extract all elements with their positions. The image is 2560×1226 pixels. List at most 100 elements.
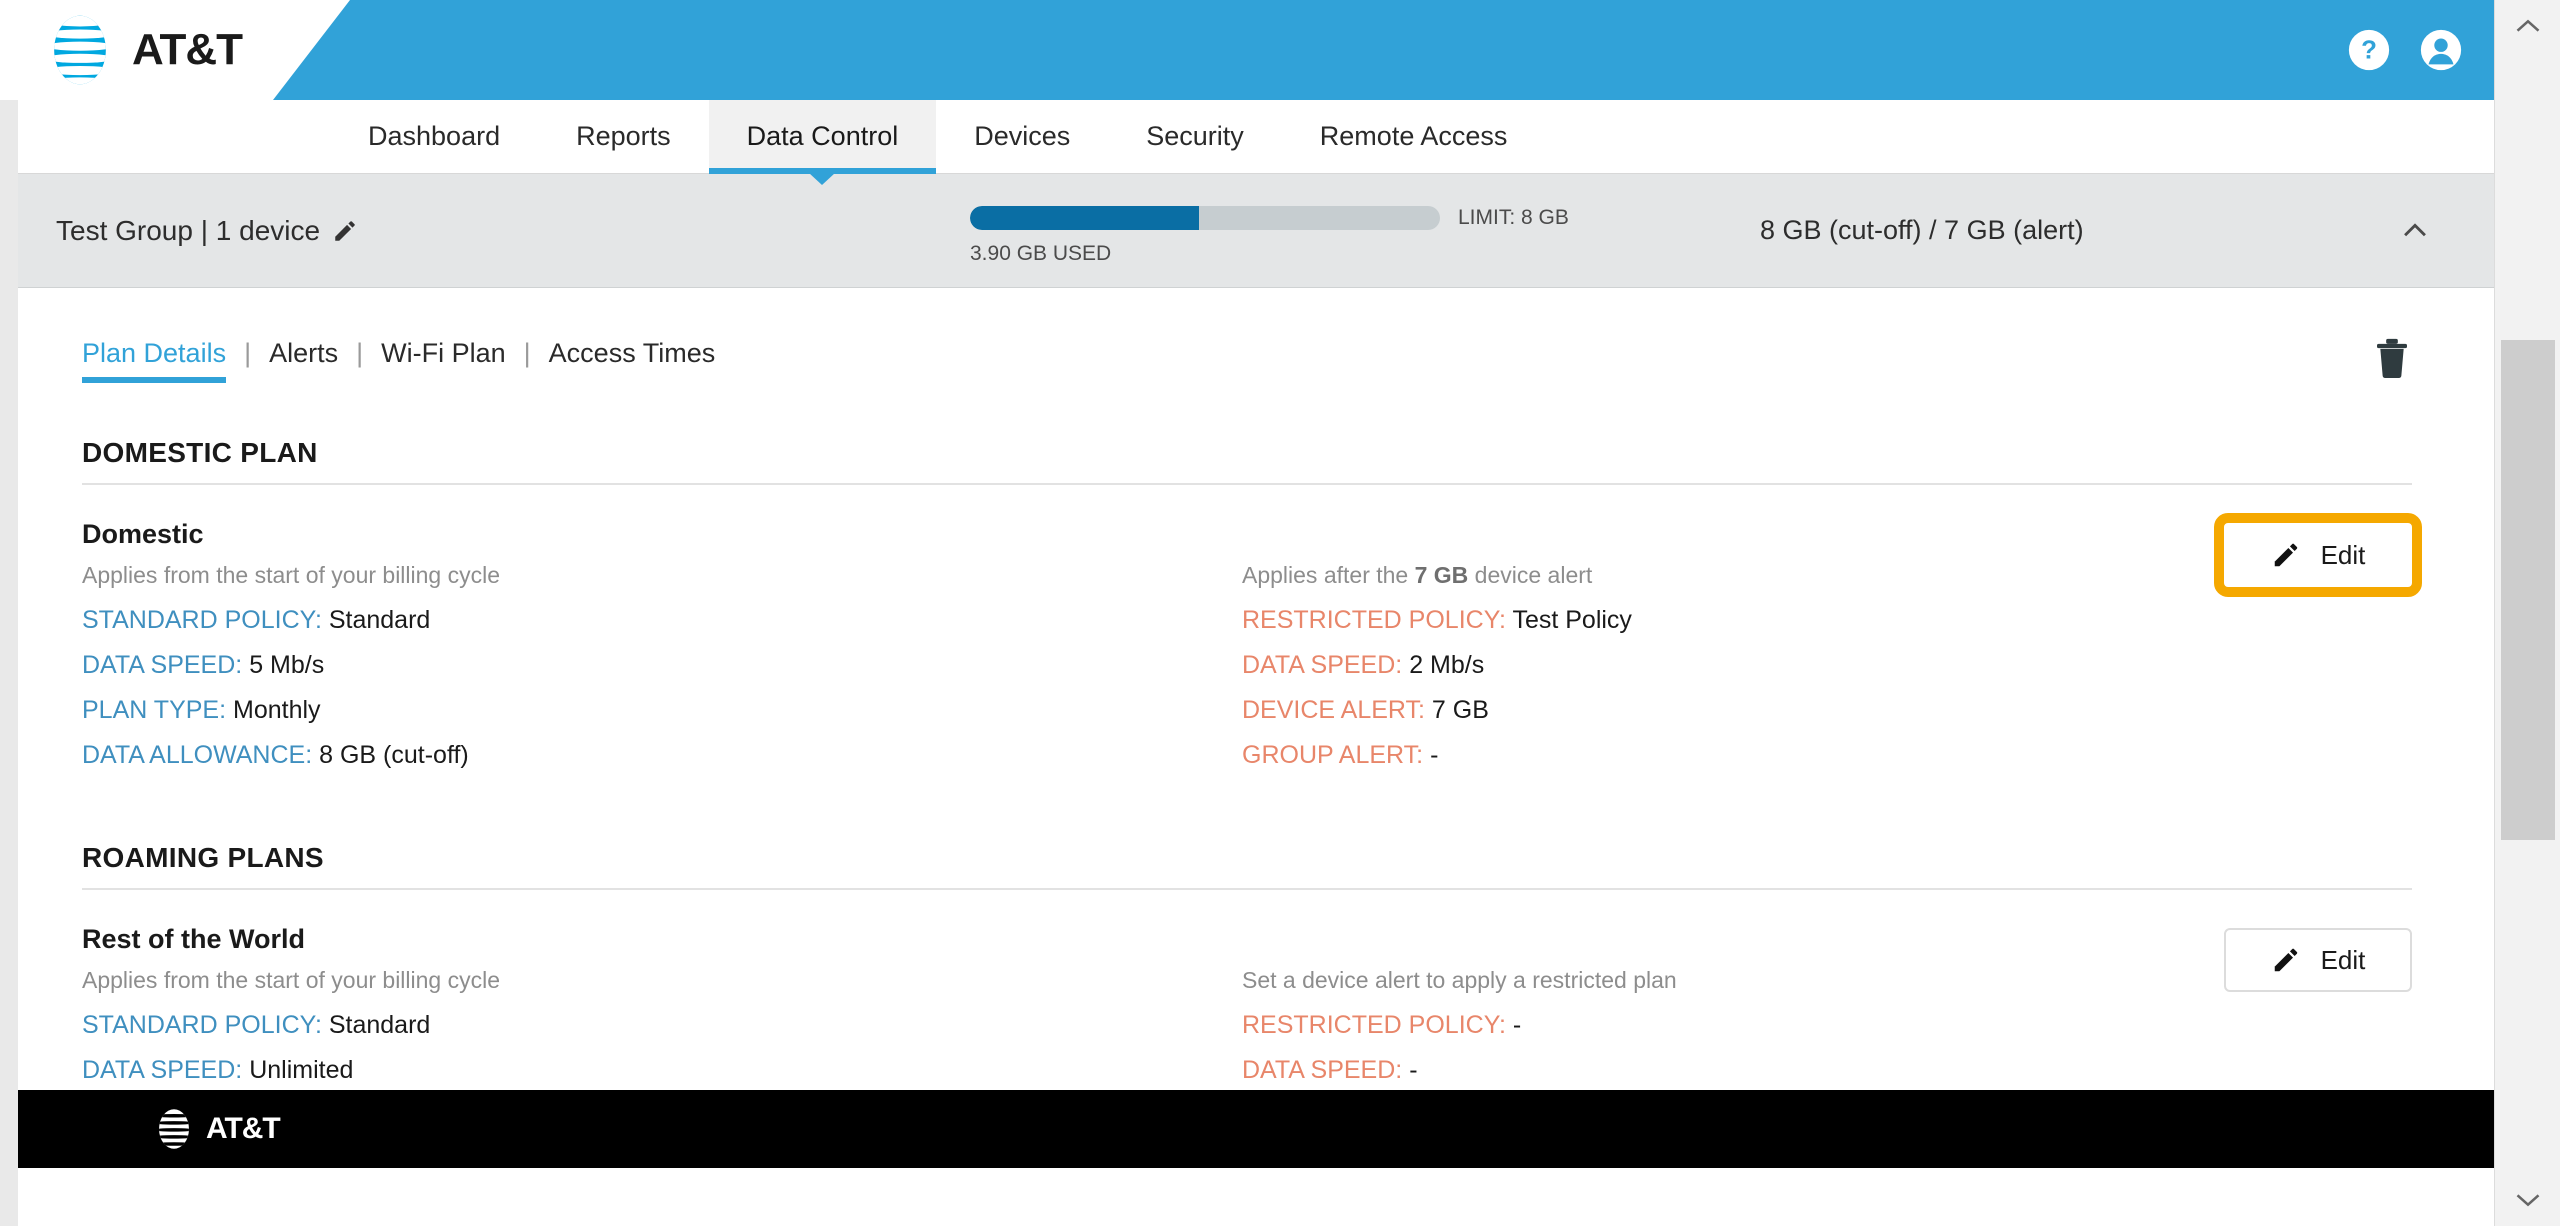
- nav-item-security[interactable]: Security: [1108, 100, 1282, 173]
- nav-item-data-control[interactable]: Data Control: [708, 100, 937, 174]
- row-value: Test Policy: [1512, 606, 1632, 634]
- row-label: DATA SPEED: [82, 651, 236, 679]
- group-cutoff-alert-label: 8 GB (cut-off) / 7 GB (alert): [1760, 215, 2084, 245]
- plan-details-panel: Plan Details | Alerts | Wi-Fi Plan | Acc…: [0, 288, 2494, 1090]
- row-value: Monthly: [233, 696, 321, 724]
- pencil-icon: [2274, 543, 2297, 567]
- row-value: Unlimited: [249, 1056, 354, 1084]
- row-value: Standard: [328, 606, 431, 634]
- plan-row: DATA SPEED: 5 Mb/s: [82, 651, 325, 679]
- subtab-separator: |: [356, 338, 364, 368]
- plan-row: DATA SPEED: -: [1242, 1056, 1418, 1084]
- group-title: Test Group | 1 device: [56, 215, 358, 247]
- app-page: AT&T ? Dashboard Reports Data Control De…: [0, 0, 2494, 1226]
- question-mark-circle-icon[interactable]: ?: [2346, 27, 2392, 73]
- plan-standard-subtitle: Applies from the start of your billing c…: [82, 562, 501, 588]
- edit-button-label: Edit: [2320, 539, 2366, 570]
- top-header-bar: AT&T ?: [0, 0, 2494, 100]
- row-label: STANDARD POLICY: [82, 1011, 315, 1039]
- plan-row: DATA SPEED: Unlimited: [82, 1056, 354, 1084]
- row-value: -: [1512, 1011, 1522, 1039]
- nav-item-dashboard[interactable]: Dashboard: [330, 100, 538, 173]
- nav-label: Dashboard: [368, 121, 501, 151]
- plan-row: STANDARD POLICY: Standard: [82, 1011, 431, 1039]
- row-label: DEVICE ALERT: [1242, 696, 1419, 724]
- subtab-access-times[interactable]: Access Times: [549, 338, 716, 383]
- edit-domestic-plan-button[interactable]: Edit: [2214, 513, 2422, 597]
- plan-row: STANDARD POLICY: Standard: [82, 606, 431, 634]
- plan-row: DATA ALLOWANCE: 8 GB (cut-off): [82, 741, 469, 769]
- att-globe-icon: [159, 1109, 189, 1149]
- plan-row: PLAN TYPE: Monthly: [82, 696, 321, 724]
- subtab-separator: |: [244, 338, 252, 368]
- section-divider: [82, 888, 2412, 890]
- nav-item-reports[interactable]: Reports: [538, 100, 709, 173]
- main-navigation: Dashboard Reports Data Control Devices S…: [0, 100, 2494, 185]
- plan-name: Domestic: [82, 519, 204, 549]
- plan-restricted-subtitle: Applies after the 7 GB device alert: [1242, 558, 2242, 592]
- scrollbar-thumb[interactable]: [2501, 340, 2555, 840]
- brand-logo[interactable]: AT&T: [0, 0, 350, 100]
- row-value: -: [1430, 741, 1439, 769]
- subtab-separator: |: [523, 338, 531, 368]
- nav-label: Reports: [576, 121, 671, 151]
- pencil-icon[interactable]: [332, 218, 358, 244]
- edit-button-label: Edit: [2320, 944, 2366, 975]
- browser-scrollbar[interactable]: [2494, 0, 2560, 1226]
- plan-standard-column: Rest of the World Applies from the start…: [82, 924, 1242, 1090]
- plan-name: Rest of the World: [82, 924, 306, 954]
- usage-used-label: 3.90 GB USED: [970, 242, 1112, 265]
- chevron-up-icon: [2516, 19, 2540, 32]
- plan-standard-column: Domestic Applies from the start of your …: [82, 519, 1242, 788]
- row-label: PLAN TYPE: [82, 696, 220, 724]
- subtitle-pre: Applies after the: [1242, 562, 1415, 588]
- scrollbar-up-button[interactable]: [2495, 0, 2560, 52]
- subtab-plan-details[interactable]: Plan Details: [82, 338, 227, 383]
- chevron-up-icon[interactable]: [2398, 214, 2432, 248]
- group-summary-bar[interactable]: Test Group | 1 device 3.90 GB USED LIMIT…: [0, 174, 2494, 288]
- row-value: 2 Mb/s: [1409, 651, 1485, 679]
- section-title-domestic-plan: DOMESTIC PLAN: [82, 437, 318, 468]
- row-label: RESTRICTED POLICY: [1242, 1011, 1499, 1039]
- plan-restricted-column: Applies after the 7 GB device alert REST…: [1242, 519, 2242, 788]
- subtab-wifi-plan[interactable]: Wi-Fi Plan: [381, 338, 506, 383]
- nav-item-remote-access[interactable]: Remote Access: [1282, 100, 1546, 173]
- row-value: 5 Mb/s: [249, 651, 325, 679]
- plan-row: RESTRICTED POLICY: Test Policy: [1242, 606, 1632, 634]
- section-title-roaming-plans: ROAMING PLANS: [82, 842, 324, 873]
- subtab-label: Access Times: [548, 338, 716, 368]
- svg-text:?: ?: [2361, 37, 2377, 65]
- row-label: DATA SPEED: [1242, 1056, 1396, 1084]
- row-value: 7 GB: [1431, 696, 1489, 724]
- subtab-alerts[interactable]: Alerts: [269, 338, 338, 383]
- plan-row: DATA SPEED: 2 Mb/s: [1242, 651, 1485, 679]
- plan-row: DEVICE ALERT: 7 GB: [1242, 696, 1489, 724]
- plan-restricted-column: Set a device alert to apply a restricted…: [1242, 924, 2242, 1090]
- nav-item-devices[interactable]: Devices: [936, 100, 1108, 173]
- row-label: DATA SPEED: [1242, 651, 1396, 679]
- footer-spacer: [0, 1168, 2494, 1226]
- usage-progress-bar: [970, 206, 1440, 230]
- plan-block-rest-of-world: Rest of the World Applies from the start…: [82, 924, 2412, 1090]
- row-value: Standard: [328, 1011, 431, 1039]
- row-label: RESTRICTED POLICY: [1242, 606, 1499, 634]
- header-actions: ?: [2346, 0, 2464, 100]
- brand-name: AT&T: [132, 25, 243, 74]
- edit-roaming-plan-button[interactable]: Edit: [2224, 928, 2412, 992]
- panel-subtabs: Plan Details | Alerts | Wi-Fi Plan | Acc…: [82, 288, 2412, 383]
- pencil-icon: [2274, 948, 2297, 972]
- user-account-circle-icon[interactable]: [2418, 27, 2464, 73]
- scrollbar-down-button[interactable]: [2495, 1174, 2560, 1226]
- plan-standard-subtitle: Applies from the start of your billing c…: [82, 967, 501, 993]
- usage-limit-label: LIMIT: 8 GB: [1458, 206, 1569, 229]
- group-name-and-device-count: Test Group | 1 device: [56, 214, 321, 246]
- footer-brand-name: AT&T: [206, 1112, 281, 1145]
- subtitle-bold: 7 GB: [1414, 562, 1469, 588]
- browser-viewport: AT&T ? Dashboard Reports Data Control De…: [0, 0, 2560, 1226]
- plan-block-domestic: Domestic Applies from the start of your …: [82, 513, 2422, 788]
- trash-icon[interactable]: [2372, 336, 2412, 380]
- row-value: -: [1409, 1056, 1418, 1084]
- section-divider: [82, 483, 2412, 485]
- nav-label: Remote Access: [1319, 121, 1508, 151]
- plan-row: GROUP ALERT: -: [1242, 741, 1439, 769]
